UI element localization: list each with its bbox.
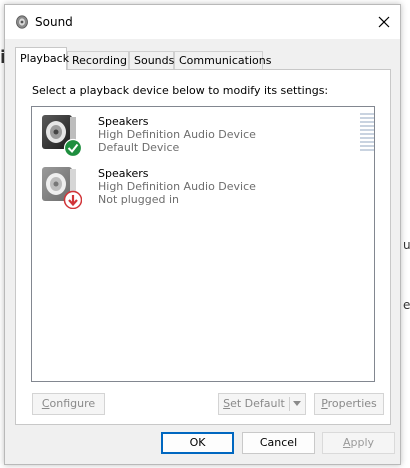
tab-communications[interactable]: Communications — [174, 51, 271, 69]
background-text-fragment: e — [403, 298, 410, 312]
speaker-device-icon — [42, 115, 82, 157]
configure-button[interactable]: Configure — [32, 393, 105, 415]
title-bar[interactable]: Sound — [5, 5, 400, 39]
split-separator — [289, 397, 290, 411]
set-default-label: Set Default — [223, 397, 285, 410]
tab-recording[interactable]: Recording — [67, 51, 129, 69]
chevron-down-icon[interactable] — [293, 401, 301, 406]
check-icon — [63, 138, 82, 157]
playback-panel: Select a playback device below to modify… — [15, 69, 391, 425]
device-list[interactable]: Speakers High Definition Audio Device De… — [31, 106, 375, 382]
mnemonic: A — [342, 436, 351, 449]
device-item[interactable]: Speakers High Definition Audio Device No… — [34, 163, 372, 211]
speaker-app-icon — [16, 15, 28, 29]
window-title: Sound — [35, 15, 73, 29]
button-label: pply — [350, 436, 375, 449]
cancel-button[interactable]: Cancel — [242, 432, 315, 454]
device-driver: High Definition Audio Device — [98, 128, 256, 141]
device-text: Speakers High Definition Audio Device No… — [98, 167, 256, 206]
instruction-text: Select a playback device below to modify… — [32, 84, 329, 97]
device-item[interactable]: Speakers High Definition Audio Device De… — [34, 111, 374, 159]
set-default-button[interactable]: Set Default — [218, 393, 306, 415]
button-label: onfigure — [49, 397, 96, 410]
volume-level-meter — [360, 113, 374, 153]
properties-button[interactable]: Properties — [314, 393, 384, 415]
device-name: Speakers — [98, 167, 149, 180]
background-text-fragment: u — [403, 238, 410, 252]
apply-button[interactable]: Apply — [322, 432, 395, 454]
background-window-right — [401, 0, 409, 468]
tab-playback[interactable]: Playback — [15, 47, 69, 70]
close-icon[interactable] — [375, 13, 393, 31]
tab-sounds[interactable]: Sounds — [129, 51, 174, 69]
device-status: Default Device — [98, 141, 180, 154]
device-status: Not plugged in — [98, 193, 180, 206]
device-driver: High Definition Audio Device — [98, 180, 256, 193]
sound-dialog: Sound Playback Recording Sounds Communic… — [4, 4, 401, 465]
speaker-device-icon — [42, 167, 82, 209]
device-text: Speakers High Definition Audio Device De… — [98, 115, 256, 154]
button-label: roperties — [327, 397, 377, 410]
device-name: Speakers — [98, 115, 149, 128]
mnemonic: C — [41, 397, 50, 410]
ok-button[interactable]: OK — [161, 432, 234, 454]
